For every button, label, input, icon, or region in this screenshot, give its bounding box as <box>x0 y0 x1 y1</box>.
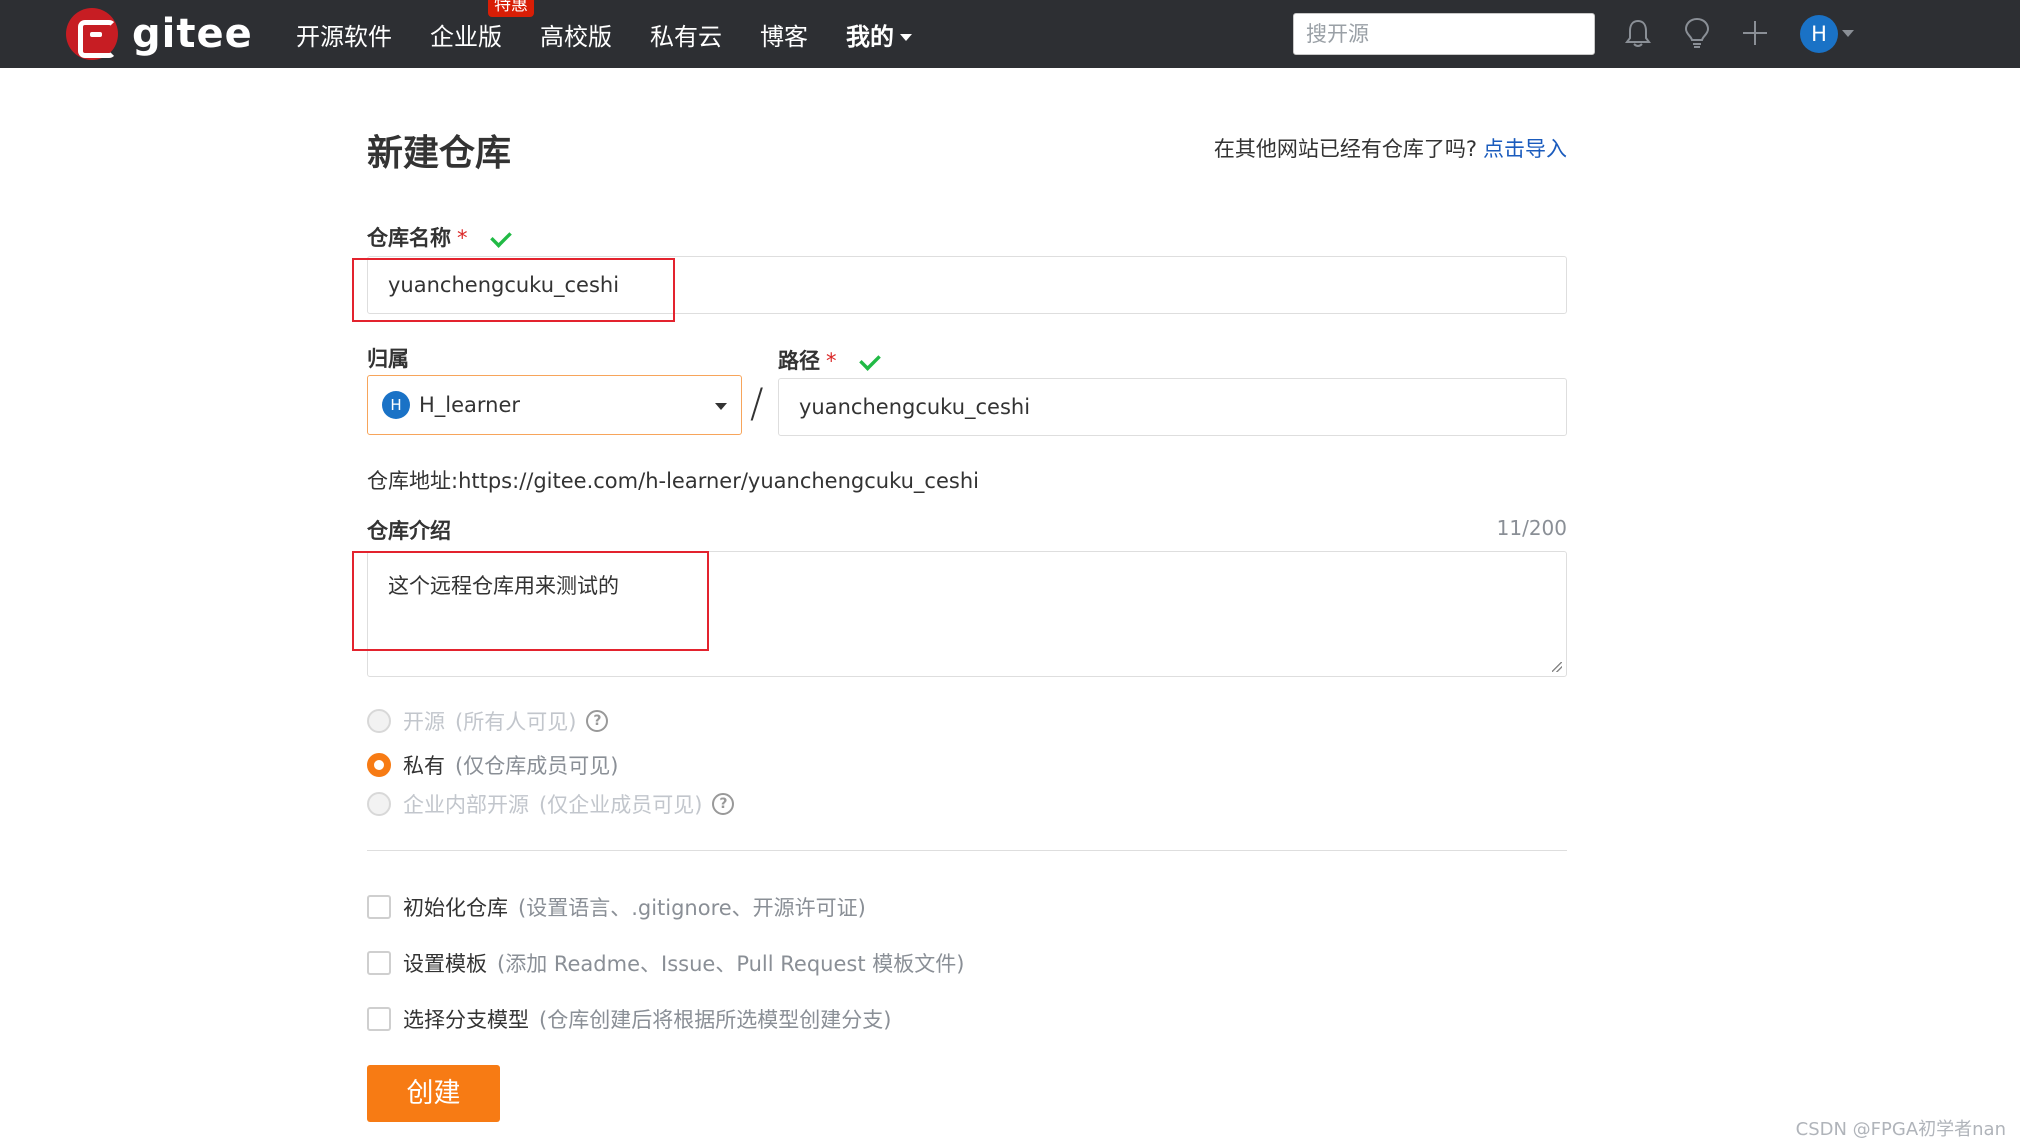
help-icon[interactable]: ? <box>712 793 735 815</box>
option-branch-model[interactable]: 选择分支模型 (仓库创建后将根据所选模型创建分支) <box>367 1004 891 1034</box>
import-hint: 在其他网站已经有仓库了吗? 点击导入 <box>1214 133 1567 163</box>
visibility-open-source-label: 开源 <box>403 710 445 734</box>
nav-item-mine-label: 我的 <box>846 22 894 51</box>
import-hint-text: 在其他网站已经有仓库了吗? <box>1213 137 1477 161</box>
help-icon[interactable]: ? <box>586 710 609 732</box>
avatar-dropdown-icon[interactable] <box>1842 30 1854 37</box>
bell-icon[interactable] <box>1624 18 1652 48</box>
checkbox-branch-model[interactable] <box>367 1007 391 1031</box>
required-mark: * <box>826 349 837 373</box>
chevron-down-icon <box>900 34 912 41</box>
radio-private[interactable] <box>367 753 391 777</box>
check-icon <box>858 349 881 371</box>
path-input[interactable]: yuanchengcuku_ceshi <box>778 378 1567 436</box>
owner-label: 归属 <box>367 347 409 371</box>
visibility-open-source-desc: (所有人可见) <box>455 710 577 734</box>
visibility-private[interactable]: 私有 (仅仓库成员可见) <box>367 750 618 780</box>
user-avatar[interactable]: H <box>1800 15 1838 53</box>
nav-item-enterprise[interactable]: 企业版 特惠 <box>430 0 534 52</box>
create-button[interactable]: 创建 <box>367 1065 500 1122</box>
repo-url-value: https://gitee.com/h-learner/yuanchengcuk… <box>458 469 979 493</box>
page-title: 新建仓库 <box>367 133 512 174</box>
radio-open-source[interactable] <box>367 709 391 733</box>
owner-avatar: H <box>382 391 410 419</box>
required-mark: * <box>457 226 468 250</box>
repo-name-label: 仓库名称 * <box>367 222 512 252</box>
visibility-enterprise[interactable]: 企业内部开源 (仅企业成员可见) ? <box>367 789 735 819</box>
main-nav: 开源软件 企业版 特惠 高校版 私有云 博客 我的 <box>296 0 950 68</box>
option-template-desc: (添加 Readme、Issue、Pull Request 模板文件) <box>497 952 965 976</box>
option-template[interactable]: 设置模板 (添加 Readme、Issue、Pull Request 模板文件) <box>367 948 964 978</box>
nav-item-mine[interactable]: 我的 <box>846 17 912 52</box>
visibility-private-desc: (仅仓库成员可见) <box>455 754 619 778</box>
description-label: 仓库介绍 <box>367 519 451 543</box>
promo-badge: 特惠 <box>488 0 534 17</box>
path-separator: / <box>750 381 764 427</box>
nav-item-private-cloud[interactable]: 私有云 <box>650 17 722 52</box>
visibility-enterprise-label: 企业内部开源 <box>403 793 529 817</box>
option-init-repo-label: 初始化仓库 <box>403 896 508 920</box>
option-branch-model-desc: (仓库创建后将根据所选模型创建分支) <box>539 1008 892 1032</box>
lightbulb-icon[interactable] <box>1683 17 1711 49</box>
gitee-logo-icon <box>66 8 118 60</box>
visibility-open-source[interactable]: 开源 (所有人可见) ? <box>367 706 609 736</box>
repo-url-label: 仓库地址: <box>367 469 459 493</box>
gitee-logo[interactable]: gitee <box>66 8 253 60</box>
option-branch-model-label: 选择分支模型 <box>403 1008 529 1032</box>
nav-item-open-source[interactable]: 开源软件 <box>296 17 392 52</box>
plus-icon[interactable] <box>1740 18 1770 48</box>
check-icon <box>489 226 512 248</box>
repo-url: 仓库地址:https://gitee.com/h-learner/yuanche… <box>367 465 979 495</box>
visibility-private-label: 私有 <box>403 754 445 778</box>
option-init-repo-desc: (设置语言、.gitignore、开源许可证) <box>518 896 866 920</box>
checkbox-template[interactable] <box>367 951 391 975</box>
resize-handle-icon[interactable] <box>1552 662 1562 672</box>
watermark: CSDN @FPGA初学者nan <box>1795 1119 2006 1140</box>
nav-item-enterprise-label: 企业版 <box>430 22 502 51</box>
char-counter: 11/200 <box>1496 516 1567 540</box>
repo-name-label-text: 仓库名称 <box>367 226 451 250</box>
path-label: 路径 * <box>778 345 881 375</box>
brand-name: gitee <box>132 11 253 57</box>
option-init-repo[interactable]: 初始化仓库 (设置语言、.gitignore、开源许可证) <box>367 892 866 922</box>
annotation-box <box>352 551 709 651</box>
option-template-label: 设置模板 <box>403 952 487 976</box>
owner-select[interactable]: H H_learner <box>367 375 742 435</box>
search-input[interactable] <box>1293 13 1595 55</box>
visibility-enterprise-desc: (仅企业成员可见) <box>539 793 703 817</box>
nav-item-blog[interactable]: 博客 <box>760 17 808 52</box>
divider <box>367 850 1567 851</box>
import-link[interactable]: 点击导入 <box>1483 137 1567 161</box>
chevron-down-icon <box>715 403 727 410</box>
checkbox-init-repo[interactable] <box>367 895 391 919</box>
radio-enterprise[interactable] <box>367 792 391 816</box>
top-navbar: gitee 开源软件 企业版 特惠 高校版 私有云 博客 我的 H <box>0 0 2020 68</box>
owner-value: H_learner <box>419 393 521 417</box>
annotation-box <box>352 258 675 322</box>
path-label-text: 路径 <box>778 349 820 373</box>
nav-item-education[interactable]: 高校版 <box>540 17 612 52</box>
